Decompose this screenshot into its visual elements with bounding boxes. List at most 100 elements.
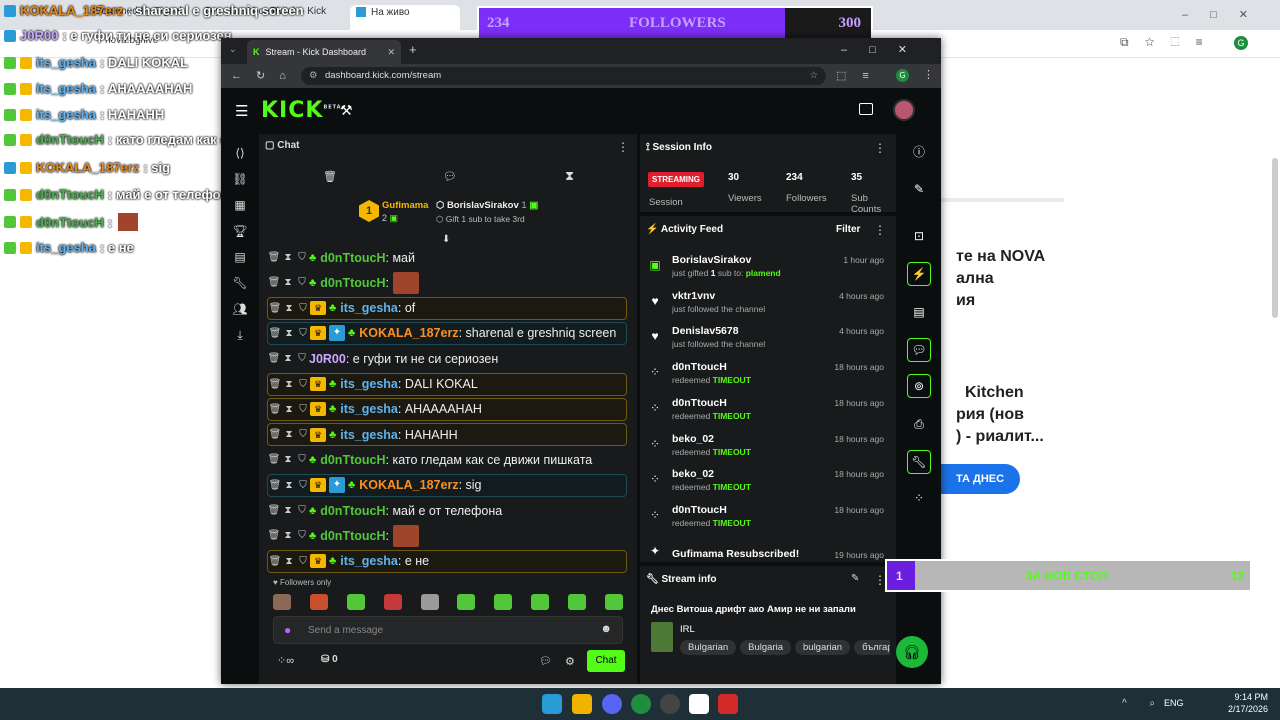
user-avatar[interactable]: [893, 99, 915, 121]
explorer-icon[interactable]: [572, 694, 592, 714]
chat-username[interactable]: its_gesha: [340, 402, 398, 416]
chat-menu-icon[interactable]: ⋮: [617, 140, 629, 154]
emote-button[interactable]: [420, 594, 439, 610]
trash-icon[interactable]: 🗑︎: [323, 170, 337, 183]
delete-message-icon[interactable]: 🗑︎: [268, 429, 282, 440]
discord-icon[interactable]: [602, 694, 622, 714]
chat-username[interactable]: J0R00: [309, 352, 346, 366]
new-tab-icon[interactable]: +: [409, 42, 417, 57]
ban-icon[interactable]: ⛉: [295, 530, 309, 541]
activity-username[interactable]: Gufimama Resubscribed!: [672, 548, 799, 560]
hamburger-menu-icon[interactable]: ☰: [235, 102, 248, 120]
maps-icon[interactable]: [689, 694, 709, 714]
language-indicator[interactable]: ENG: [1164, 698, 1184, 708]
activity-username[interactable]: beko_02: [672, 433, 714, 445]
scrollbar[interactable]: [1272, 158, 1278, 318]
emote-button[interactable]: [383, 594, 402, 610]
delete-message-icon[interactable]: 🗑︎: [267, 252, 281, 263]
delete-message-icon[interactable]: 🗑︎: [268, 303, 282, 314]
chat-message[interactable]: 🗑︎ ⧗ ⛉ ♣ d0nTtoucH: като гледам как се движи…: [267, 448, 627, 471]
session-menu-icon[interactable]: ⋮: [874, 141, 886, 155]
activity-username[interactable]: d0nTtoucH: [672, 504, 727, 516]
wrench-icon[interactable]: 🔧︎: [231, 274, 249, 292]
activity-item[interactable]: ♥ Denislav5678 just followed the channel 4 …: [648, 323, 888, 357]
activity-item[interactable]: ♥ vktr1vnv just followed the channel 4 hour…: [648, 288, 888, 322]
settings-gear-icon[interactable]: ⚙: [565, 655, 575, 668]
message-input[interactable]: ● Send a message ☻: [273, 616, 623, 644]
obs-icon[interactable]: [660, 694, 680, 714]
timeout-icon[interactable]: ⧗: [281, 277, 295, 288]
ban-icon[interactable]: ⛉: [296, 404, 310, 415]
tab-close-icon[interactable]: ✕: [387, 47, 395, 58]
tag[interactable]: българ: [854, 640, 890, 655]
chat-username[interactable]: its_gesha: [340, 301, 398, 315]
tools-icon[interactable]: 🔧︎: [907, 450, 931, 474]
timeout-icon[interactable]: ⧗: [282, 556, 296, 567]
url-field[interactable]: ⚙ dashboard.kick.com/stream ☆: [301, 67, 826, 85]
clock-time[interactable]: 9:14 PM: [1228, 692, 1268, 702]
delete-message-icon[interactable]: 🗑︎: [267, 505, 281, 516]
chat-username[interactable]: d0nTtoucH: [320, 529, 385, 543]
delete-message-icon[interactable]: 🗑︎: [267, 353, 281, 364]
timeout-icon[interactable]: ⧗: [281, 252, 295, 263]
delete-message-icon[interactable]: 🗑︎: [268, 556, 282, 567]
info-icon[interactable]: ⓘ: [907, 139, 931, 163]
timeout-icon[interactable]: ⧗: [281, 353, 295, 364]
delete-message-icon[interactable]: 🗑︎: [267, 454, 281, 465]
ban-icon[interactable]: ⛉: [296, 556, 310, 567]
activity-username[interactable]: d0nTtoucH: [672, 361, 727, 373]
mic-icon[interactable]: ●: [284, 623, 291, 637]
chat-icon[interactable]: 💬︎: [907, 338, 931, 362]
kick-logo[interactable]: KICKBETA: [261, 98, 342, 123]
activity-username[interactable]: vktr1vnv: [672, 290, 715, 302]
ban-icon[interactable]: ⛉: [296, 303, 310, 314]
chat-send-button[interactable]: Chat: [587, 650, 625, 672]
chat-username[interactable]: KOKALA_187erz: [359, 326, 458, 340]
timeout-icon[interactable]: ⧗: [282, 379, 296, 390]
tag[interactable]: Bulgarian: [680, 640, 737, 655]
tab-list-icon[interactable]: ⌄: [229, 44, 237, 55]
link-icon[interactable]: ⛓: [231, 170, 249, 188]
timeout-icon[interactable]: ⧗: [281, 530, 295, 541]
stats-icon[interactable]: ▦: [231, 196, 249, 214]
bookmark-star-icon[interactable]: ☆: [809, 67, 818, 85]
delete-message-icon[interactable]: 🗑︎: [267, 277, 281, 288]
chrome-icon[interactable]: [631, 694, 651, 714]
delete-message-icon[interactable]: 🗑︎: [267, 530, 281, 541]
delete-message-icon[interactable]: 🗑︎: [268, 480, 282, 491]
broadcast-icon[interactable]: ⊚: [907, 374, 931, 398]
chat-username[interactable]: d0nTtoucH: [320, 276, 385, 290]
gifter2[interactable]: ⬡ BorislavSirakov 1 ▣: [436, 200, 538, 211]
ban-icon[interactable]: ⛉: [295, 277, 309, 288]
bg-toolbar-icons[interactable]: ⧉☆⬚≡: [1120, 35, 1219, 50]
creator-icon[interactable]: [859, 103, 873, 115]
chat-message[interactable]: 🗑︎ ⧗ ⛉ ♛ ♣ its_gesha: АНААААНАН: [267, 397, 627, 421]
emote-button[interactable]: [494, 594, 513, 610]
delete-message-icon[interactable]: 🗑︎: [268, 328, 282, 339]
hourglass-icon[interactable]: ⧗: [565, 168, 574, 184]
chat-bubble-icon[interactable]: 💬︎: [443, 170, 457, 183]
chat-message[interactable]: 🗑︎ ⧗ ⛉ ♛ ♣ its_gesha: НАНАНН: [267, 423, 627, 447]
ban-icon[interactable]: ⛉: [296, 480, 310, 491]
tag[interactable]: bulgarian: [795, 640, 851, 655]
chat-username[interactable]: d0nTtoucH: [320, 251, 385, 265]
activity-username[interactable]: Denislav5678: [672, 325, 739, 337]
activity-item[interactable]: ⁘ d0nTtoucH redeemed TIMEOUT 18 hours ago: [648, 395, 888, 429]
emote-button[interactable]: [457, 594, 476, 610]
site-info-icon[interactable]: ⚙: [309, 67, 318, 85]
chat-message[interactable]: 🗑︎ ⧗ ⛉ ♛ ✦ ♣ KOKALA_187erz: sig: [267, 473, 627, 497]
screen-icon[interactable]: ⊡: [907, 224, 931, 248]
emote-button[interactable]: [568, 594, 586, 610]
ban-icon[interactable]: ⛉: [296, 379, 310, 390]
activity-item[interactable]: ⁘ beko_02 redeemed TIMEOUT 18 hours ago: [648, 466, 888, 500]
chat-username[interactable]: its_gesha: [340, 428, 398, 442]
users-icon[interactable]: 👥︎: [231, 300, 249, 318]
chat-message[interactable]: 🗑︎ ⧗ ⛉ ♣ d0nTtoucH: май е от телефона: [267, 499, 627, 522]
scroll-down-icon[interactable]: ⬇: [442, 234, 450, 245]
ban-icon[interactable]: ⛉: [295, 505, 309, 516]
activity-username[interactable]: d0nTtoucH: [672, 397, 727, 409]
nodes-icon[interactable]: ⁘: [907, 486, 931, 510]
timeout-icon[interactable]: ⧗: [282, 429, 296, 440]
gift-prompt[interactable]: ⬡ Gift 1 sub to take 3rd: [436, 214, 525, 225]
chat-username[interactable]: d0nTtoucH: [320, 453, 385, 467]
